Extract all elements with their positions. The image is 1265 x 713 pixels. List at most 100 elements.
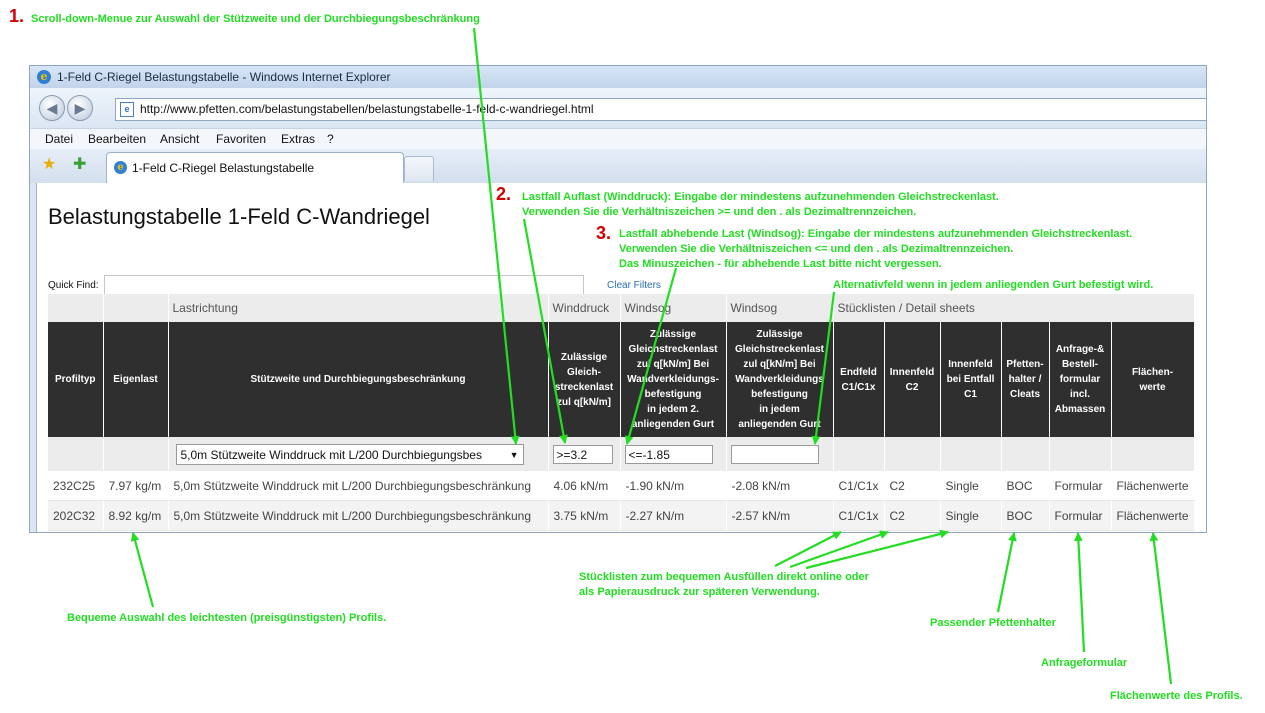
header-text: Wandverkleidungs bbox=[735, 374, 824, 385]
header-windsog-jeder-gurt[interactable]: Zulässige Gleichstreckenlast zul q[kN/m]… bbox=[726, 322, 834, 437]
header-text: Abmassen bbox=[1054, 404, 1106, 415]
filter-winddruck-cell: >=3.2 bbox=[548, 437, 621, 471]
page-icon: e bbox=[120, 102, 134, 117]
menu-bar: Datei Bearbeiten Ansicht Favoriten Extra… bbox=[30, 128, 1206, 150]
anfrage-link[interactable]: Formular bbox=[1049, 500, 1112, 531]
annotation-auflast-line2: Verwenden Sie die Verhältniszeichen >= u… bbox=[522, 206, 917, 218]
browser-window: e 1-Feld C-Riegel Belastungstabelle - Wi… bbox=[29, 65, 1207, 533]
table-row: 232C25 7.97 kg/m 5,0m Stützweite Winddru… bbox=[48, 471, 1195, 501]
filter-stuetzweite-cell: 5,0m Stützweite Winddruck mit L/200 Durc… bbox=[168, 437, 549, 471]
tab-active[interactable]: e 1-Feld C-Riegel Belastungstabelle bbox=[106, 152, 404, 183]
header-text: werte bbox=[1139, 381, 1166, 393]
header-text: befestigung bbox=[644, 389, 702, 400]
header-text: Innenfeld bbox=[948, 359, 993, 370]
pfettenhalter-link[interactable]: BOC bbox=[1001, 471, 1050, 501]
column-header-row: Profiltyp Eigenlast Stützweite und Durch… bbox=[48, 322, 1195, 437]
header-windsog-2-gurt[interactable]: Zulässige Gleichstreckenlast zul q[kN/m]… bbox=[620, 322, 727, 437]
annotation-number-3: 3. bbox=[596, 223, 612, 243]
stuetzweite-cell: 5,0m Stützweite Winddruck mit L/200 Durc… bbox=[168, 471, 549, 501]
add-favorite-icon[interactable]: ✚ bbox=[73, 156, 86, 174]
header-innenfeld-entfall[interactable]: Innenfeld bei Entfall C1 bbox=[940, 322, 1002, 437]
forward-icon[interactable]: ▶ bbox=[67, 95, 93, 121]
header-text: Innenfeld bbox=[889, 366, 935, 378]
header-text: zul q[kN/m] Bei bbox=[636, 359, 710, 370]
annotation-pfettenhalter: Passender Pfettenhalter bbox=[930, 617, 1056, 629]
annotation-windsog-line3: Das Minuszeichen - für abhebende Last bi… bbox=[619, 258, 942, 270]
filter-empty-7 bbox=[1049, 437, 1112, 471]
annotation-scroll-menu: Scroll-down-Menue zur Auswahl der Stützw… bbox=[31, 13, 480, 25]
eigenlast-cell: 7.97 kg/m bbox=[103, 471, 169, 501]
header-eigenlast[interactable]: Eigenlast bbox=[103, 322, 169, 437]
header-text: bei Entfall bbox=[946, 374, 995, 385]
header-anfrage[interactable]: Anfrage-& Bestell- formular incl. Abmass… bbox=[1049, 322, 1112, 437]
flaechenwerte-link[interactable]: Flächenwerte bbox=[1111, 500, 1195, 531]
arrow-to-entfall bbox=[805, 529, 949, 570]
innenfeld-link[interactable]: C2 bbox=[884, 471, 941, 501]
address-bar[interactable]: e http://www.pfetten.com/belastungstabel… bbox=[115, 98, 1206, 121]
annotation-number-2: 2. bbox=[496, 184, 512, 204]
header-stuetzweite[interactable]: Stützweite und Durchbiegungsbeschränkung bbox=[168, 322, 549, 437]
header-text: Wandverkleidungs- bbox=[627, 374, 719, 385]
header-text: Zulässige bbox=[560, 351, 608, 363]
header-text: zul q[kN/m] Bei bbox=[743, 359, 816, 370]
annotation-alternativfeld: Alternativfeld wenn in jedem anliegenden… bbox=[833, 279, 1154, 291]
header-endfeld[interactable]: Endfeld C1/C1x bbox=[833, 322, 885, 437]
tab-bar: ★ ✚ e 1-Feld C-Riegel Belastungstabelle bbox=[30, 149, 1206, 183]
new-tab-button[interactable] bbox=[404, 156, 434, 181]
clear-filters-link[interactable]: Clear Filters bbox=[607, 280, 661, 291]
header-winddruck[interactable]: Zulässige Gleich- streckenlast zul q[kN/… bbox=[548, 322, 621, 437]
stuetzweite-select[interactable]: 5,0m Stützweite Winddruck mit L/200 Durc… bbox=[175, 443, 524, 465]
menu-datei[interactable]: Datei bbox=[45, 132, 73, 146]
annotation-number-1: 1. bbox=[9, 6, 25, 26]
header-text: Bestell- bbox=[1061, 359, 1099, 370]
tab-title: 1-Feld C-Riegel Belastungstabelle bbox=[132, 161, 315, 175]
annotation-stuecklisten-line1: Stücklisten zum bequemen Ausfüllen direk… bbox=[579, 571, 869, 583]
back-icon[interactable]: ◀ bbox=[39, 95, 65, 121]
chevron-down-icon[interactable]: ▼ bbox=[505, 444, 519, 464]
menu-extras[interactable]: Extras bbox=[281, 132, 315, 146]
windsog-cell: -2.27 kN/m bbox=[620, 500, 727, 531]
annotation-flaechenwerte: Flächenwerte des Profils. bbox=[1110, 690, 1243, 702]
header-text: Endfeld bbox=[840, 366, 877, 378]
arrow-to-innenfeld bbox=[789, 530, 889, 569]
header-innenfeld[interactable]: Innenfeld C2 bbox=[884, 322, 941, 437]
arrow-to-endfeld bbox=[774, 531, 842, 567]
profiltyp-link[interactable]: 232C25 bbox=[48, 471, 104, 501]
menu-favoriten[interactable]: Favoriten bbox=[216, 132, 266, 146]
quick-find-input[interactable] bbox=[104, 275, 584, 295]
menu-help[interactable]: ? bbox=[327, 132, 334, 146]
header-text: C2 bbox=[905, 381, 919, 393]
entfall-link[interactable]: Single bbox=[940, 500, 1002, 531]
windsog2-filter-input[interactable] bbox=[730, 444, 819, 464]
favorites-star-icon[interactable]: ★ bbox=[42, 156, 56, 174]
endfeld-link[interactable]: C1/C1x bbox=[833, 471, 885, 501]
flaechenwerte-link[interactable]: Flächenwerte bbox=[1111, 471, 1195, 501]
group-windsog-2: Windsog bbox=[726, 294, 834, 322]
filter-windsog2-cell bbox=[726, 437, 834, 471]
menu-ansicht[interactable]: Ansicht bbox=[160, 132, 199, 146]
address-row: ◀ ▶ e http://www.pfetten.com/belastungst… bbox=[30, 88, 1206, 128]
header-pfettenhalter[interactable]: Pfetten- halter / Cleats bbox=[1001, 322, 1050, 437]
url-text[interactable]: http://www.pfetten.com/belastungstabelle… bbox=[140, 102, 594, 116]
windsog-filter-input[interactable]: <=-1.85 bbox=[624, 444, 713, 464]
header-flaechenwerte[interactable]: Flächen- werte bbox=[1111, 322, 1195, 437]
annotation-anfrageformular: Anfrageformular bbox=[1041, 657, 1128, 669]
header-text: C1 bbox=[964, 389, 977, 400]
filter-empty-5 bbox=[940, 437, 1002, 471]
title-bar: e 1-Feld C-Riegel Belastungstabelle - Wi… bbox=[30, 66, 1206, 88]
pfettenhalter-link[interactable]: BOC bbox=[1001, 500, 1050, 531]
header-profiltyp[interactable]: Profiltyp bbox=[48, 322, 104, 437]
header-text: Gleichstreckenlast bbox=[735, 344, 824, 355]
eigenlast-cell: 8.92 kg/m bbox=[103, 500, 169, 531]
innenfeld-link[interactable]: C2 bbox=[884, 500, 941, 531]
annotation-auflast-line1: Lastfall Auflast (Winddruck): Eingabe de… bbox=[522, 191, 999, 203]
winddruck-filter-input[interactable]: >=3.2 bbox=[552, 444, 613, 464]
header-text: Gleichstreckenlast bbox=[628, 344, 718, 355]
endfeld-link[interactable]: C1/C1x bbox=[833, 500, 885, 531]
profiltyp-link[interactable]: 202C32 bbox=[48, 500, 104, 531]
header-text: in jedem bbox=[759, 404, 800, 415]
select-value: 5,0m Stützweite Winddruck mit L/200 Durc… bbox=[180, 447, 482, 462]
menu-bearbeiten[interactable]: Bearbeiten bbox=[88, 132, 146, 146]
anfrage-link[interactable]: Formular bbox=[1049, 471, 1112, 501]
entfall-link[interactable]: Single bbox=[940, 471, 1002, 501]
